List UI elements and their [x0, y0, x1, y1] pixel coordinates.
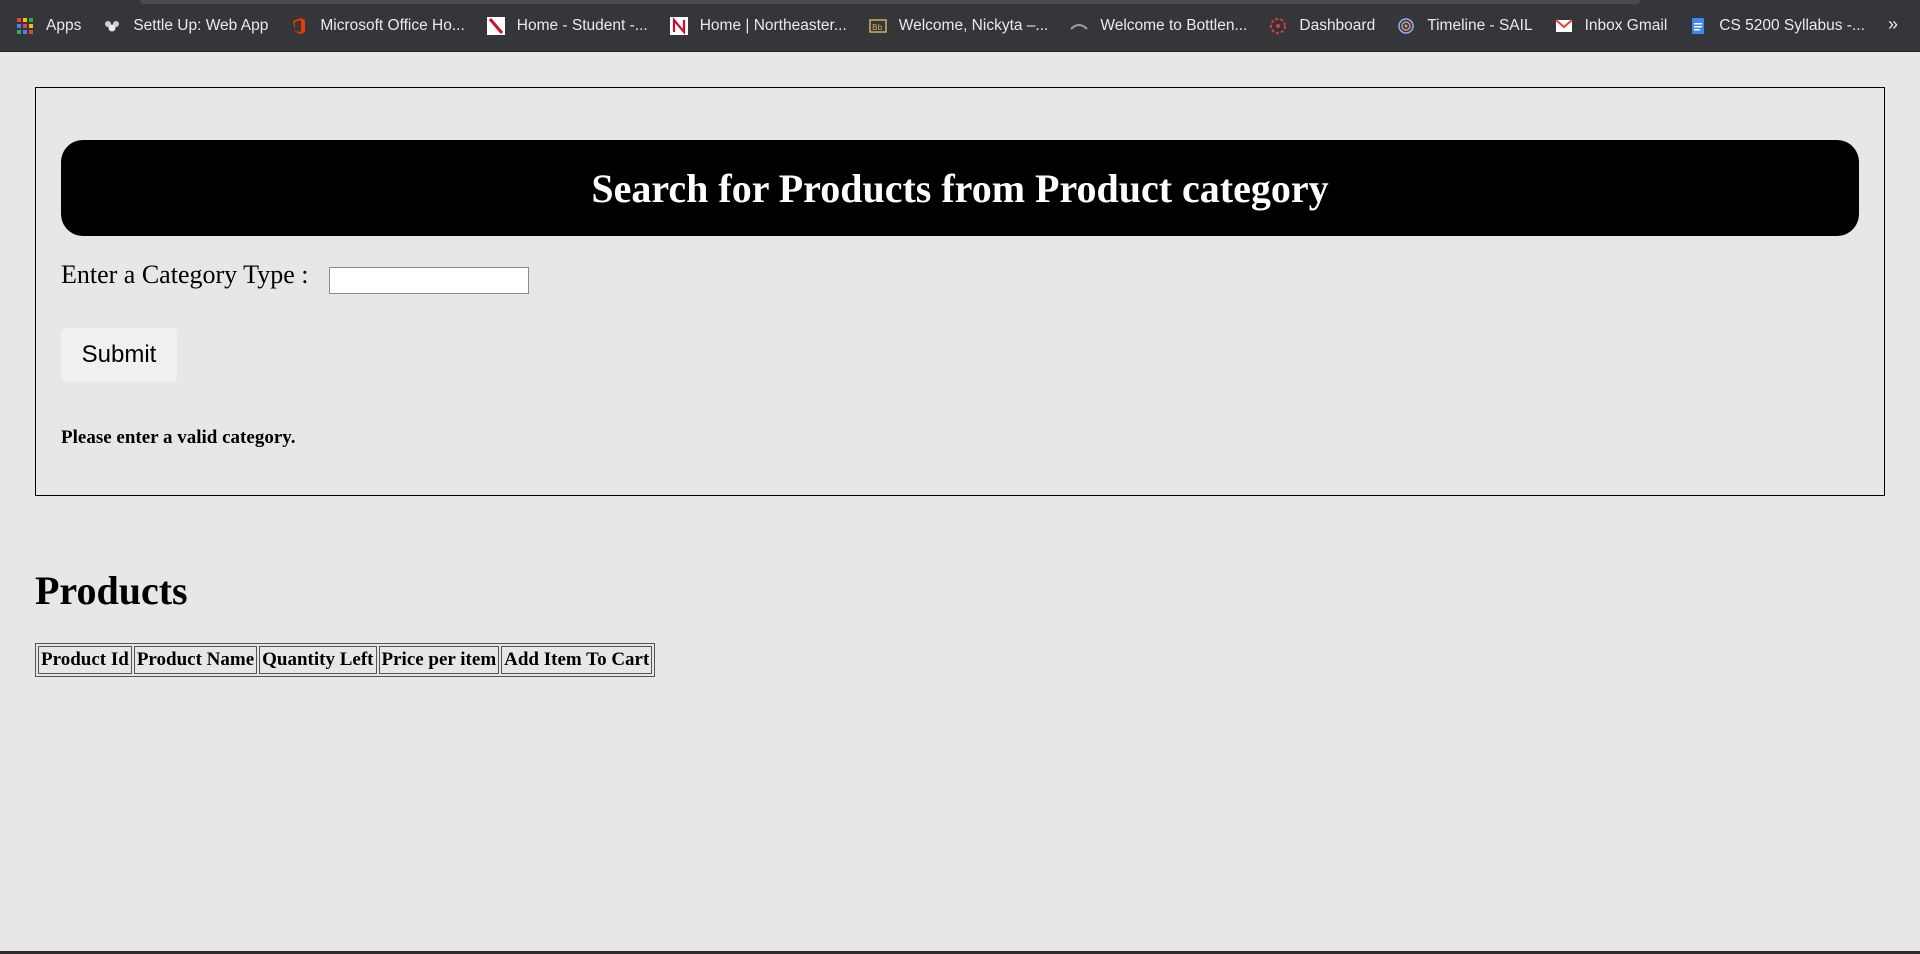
bookmark-label: Home | Northeaster...	[699, 16, 847, 34]
people-icon	[103, 17, 121, 35]
northeastern-icon	[486, 16, 505, 35]
bookmark-label: Dashboard	[1299, 16, 1376, 34]
column-header-quantity-left: Quantity Left	[259, 646, 377, 674]
bookmark-welcome-nickyta[interactable]: Bb Welcome, Nickyta –...	[869, 16, 1049, 35]
bookmark-dashboard[interactable]: Dashboard	[1269, 17, 1375, 35]
column-header-product-id: Product Id	[38, 646, 132, 674]
bookmark-apps[interactable]: Apps	[16, 17, 81, 35]
svg-text:Bb: Bb	[872, 23, 883, 32]
more-bookmarks-button[interactable]: »	[1888, 14, 1898, 35]
column-header-product-name: Product Name	[133, 646, 258, 674]
bookmark-label: CS 5200 Syllabus -...	[1719, 16, 1865, 34]
bookmark-label: Microsoft Office Ho...	[320, 16, 465, 34]
category-label: Enter a Category Type :	[61, 260, 309, 289]
page-title: Search for Products from Product categor…	[61, 140, 1859, 236]
column-header-add-to-cart: Add Item To Cart	[501, 646, 653, 674]
bookmark-home-northeastern[interactable]: Home | Northeaster...	[669, 16, 847, 35]
table-header-row: Product Id Product Name Quantity Left Pr…	[38, 646, 653, 674]
apps-grid-icon	[16, 17, 34, 35]
bookmark-timeline-sail[interactable]: Timeline - SAIL	[1397, 16, 1533, 35]
tab-strip-edge	[140, 0, 1640, 4]
bookmark-home-student[interactable]: Home - Student -...	[486, 16, 648, 35]
error-message: Please enter a valid category.	[61, 427, 296, 448]
bookmark-microsoft-office[interactable]: Microsoft Office Ho...	[290, 16, 465, 35]
bottleneck-icon	[1070, 17, 1089, 35]
bookmarks-bar: Apps Settle Up: Web App Microsoft Office…	[0, 0, 1920, 52]
bookmark-label: Welcome to Bottlen...	[1100, 16, 1248, 34]
category-input[interactable]	[329, 267, 529, 294]
blackboard-icon: Bb	[869, 17, 887, 35]
products-table: Product Id Product Name Quantity Left Pr…	[35, 643, 656, 677]
office-icon	[290, 17, 308, 35]
bookmark-settle-up[interactable]: Settle Up: Web App	[103, 17, 268, 35]
bookmark-cs5200-syllabus[interactable]: CS 5200 Syllabus -...	[1689, 17, 1865, 35]
products-heading: Products	[35, 568, 188, 613]
bookmark-label: Inbox Gmail	[1584, 16, 1668, 34]
bookmark-label: Timeline - SAIL	[1427, 16, 1533, 34]
search-form: Search for Products from Product categor…	[35, 87, 1885, 496]
gmail-icon	[1554, 17, 1573, 35]
submit-button[interactable]: Submit	[61, 328, 177, 382]
sail-icon	[1397, 17, 1415, 35]
bookmark-label: Home - Student -...	[516, 16, 648, 34]
northeastern-n-icon	[669, 16, 688, 35]
bookmark-bottleneck[interactable]: Welcome to Bottlen...	[1070, 17, 1247, 35]
bookmark-label: Welcome, Nickyta –...	[898, 16, 1049, 34]
docs-icon	[1689, 17, 1707, 35]
canvas-icon	[1269, 17, 1287, 35]
column-header-price-per-item: Price per item	[378, 646, 500, 674]
bookmark-label: Apps	[46, 16, 82, 34]
bookmark-label: Settle Up: Web App	[133, 16, 269, 34]
bookmark-gmail[interactable]: Inbox Gmail	[1554, 16, 1668, 35]
